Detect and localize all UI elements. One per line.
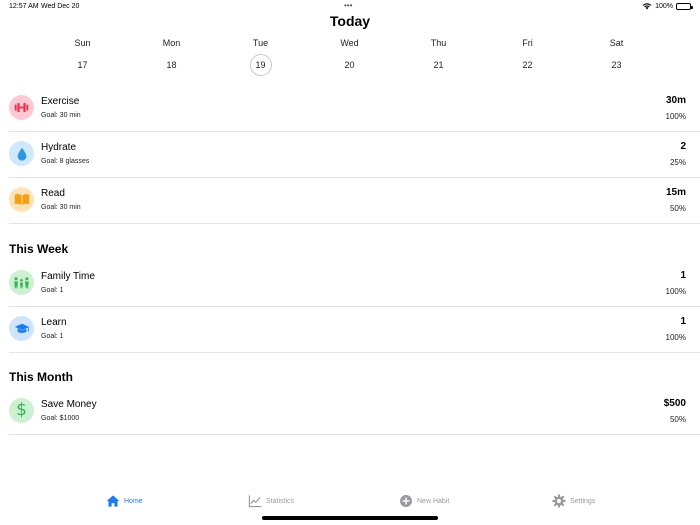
screen: 12:57 AM Wed Dec 20 ••• 100% Today Sun 1…: [0, 0, 700, 525]
day-name: Thu: [430, 38, 447, 48]
tab-new-habit[interactable]: New Habit: [399, 494, 449, 508]
water-drop-icon: [9, 141, 34, 166]
plus-circle-icon: [400, 495, 412, 507]
house-icon: [106, 495, 120, 507]
day-mon[interactable]: Mon 18: [127, 38, 216, 76]
status-bar: 12:57 AM Wed Dec 20 ••• 100%: [0, 0, 700, 14]
day-name: Sun: [74, 38, 91, 48]
habit-goal: Goal: 30 min: [41, 204, 81, 211]
tab-statistics[interactable]: Statistics: [248, 494, 294, 508]
tab-label: Settings: [570, 497, 596, 505]
habit-name: Read: [41, 188, 65, 199]
habit-name: Family Time: [41, 271, 95, 282]
habit-percent: 100%: [665, 333, 686, 342]
day-number[interactable]: 22: [517, 54, 539, 76]
section-header-this-month: This Month: [9, 370, 73, 384]
dollar-icon: $: [9, 398, 34, 423]
habit-percent: 100%: [665, 287, 686, 296]
status-time: 12:57 AM: [9, 3, 39, 10]
week-strip: Sun 17 Mon 18 Tue 19 Wed 20 Thu 21 Fri 2…: [38, 38, 662, 76]
habit-name: Save Money: [41, 399, 97, 410]
graduation-cap-icon: [9, 316, 34, 341]
tab-home[interactable]: Home: [106, 494, 143, 508]
tab-label: Statistics: [266, 497, 295, 505]
habit-row-hydrate[interactable]: Hydrate Goal: 8 glasses 2 25%: [9, 132, 700, 178]
gear-icon: [552, 494, 566, 508]
day-name: Tue: [252, 38, 269, 48]
habit-list: Exercise Goal: 30 min 30m 100% Hydrate G…: [9, 86, 700, 435]
day-tue[interactable]: Tue 19: [216, 38, 305, 76]
tab-label: New Habit: [417, 497, 450, 505]
habit-name: Hydrate: [41, 142, 77, 153]
status-indicators: 100%: [642, 2, 693, 10]
habit-goal: Goal: 1: [41, 287, 64, 294]
habit-value: 1: [680, 270, 686, 281]
day-name: Sat: [609, 38, 624, 48]
habit-goal: Goal: 8 glasses: [41, 158, 90, 165]
family-icon: [9, 270, 34, 295]
habit-name: Exercise: [41, 96, 80, 107]
home-indicator[interactable]: [262, 516, 438, 520]
section-header-this-week: This Week: [9, 242, 69, 256]
page-title: Today: [329, 13, 371, 29]
battery-percent: 100%: [655, 2, 673, 10]
tab-label: Home: [124, 497, 143, 505]
habit-name: Learn: [41, 317, 67, 328]
tab-bar: Home Statistics New Habit Settings: [0, 485, 700, 525]
habit-value: 30m: [665, 95, 686, 106]
habit-value: 1: [680, 316, 686, 327]
day-number[interactable]: 21: [428, 54, 450, 76]
day-number[interactable]: 18: [161, 54, 183, 76]
multitasking-dots[interactable]: •••: [344, 1, 352, 10]
habit-row-exercise[interactable]: Exercise Goal: 30 min 30m 100%: [9, 86, 700, 132]
day-name: Wed: [340, 38, 359, 48]
tab-settings[interactable]: Settings: [552, 494, 595, 508]
day-wed[interactable]: Wed 20: [305, 38, 394, 76]
day-fri[interactable]: Fri 22: [483, 38, 572, 76]
book-icon: [9, 187, 34, 212]
day-thu[interactable]: Thu 21: [394, 38, 483, 76]
habit-goal: Goal: $1000: [41, 415, 80, 422]
habit-value: 2: [680, 141, 686, 152]
day-name: Fri: [522, 38, 533, 48]
day-sat[interactable]: Sat 23: [572, 38, 661, 76]
habit-row-read[interactable]: Read Goal: 30 min 15m 50%: [9, 178, 700, 224]
dollar-glyph: $: [16, 400, 27, 420]
status-date: Wed Dec 20: [41, 3, 80, 10]
habit-goal: Goal: 1: [41, 333, 64, 340]
habit-row-learn[interactable]: Learn Goal: 1 1 100%: [9, 307, 700, 353]
dumbbell-icon: [9, 95, 34, 120]
habit-percent: 100%: [665, 112, 686, 121]
habit-value: 15m: [665, 187, 686, 198]
habit-row-family-time[interactable]: Family Time Goal: 1 1 100%: [9, 261, 700, 307]
day-number[interactable]: 23: [606, 54, 628, 76]
habit-percent: 50%: [669, 204, 686, 213]
day-number-selected[interactable]: 19: [249, 54, 272, 76]
day-sun[interactable]: Sun 17: [38, 38, 127, 76]
habit-value: $500: [663, 398, 686, 409]
wifi-icon: [642, 3, 652, 10]
chart-icon: [248, 495, 262, 508]
battery-icon: [676, 2, 693, 10]
day-number[interactable]: 17: [72, 54, 94, 76]
habit-row-save-money[interactable]: $ Save Money Goal: $1000 $500 50%: [9, 389, 700, 435]
habit-goal: Goal: 30 min: [41, 112, 81, 119]
day-name: Mon: [162, 38, 181, 48]
habit-percent: 50%: [669, 415, 686, 424]
habit-percent: 25%: [669, 158, 686, 167]
day-number[interactable]: 20: [339, 54, 361, 76]
